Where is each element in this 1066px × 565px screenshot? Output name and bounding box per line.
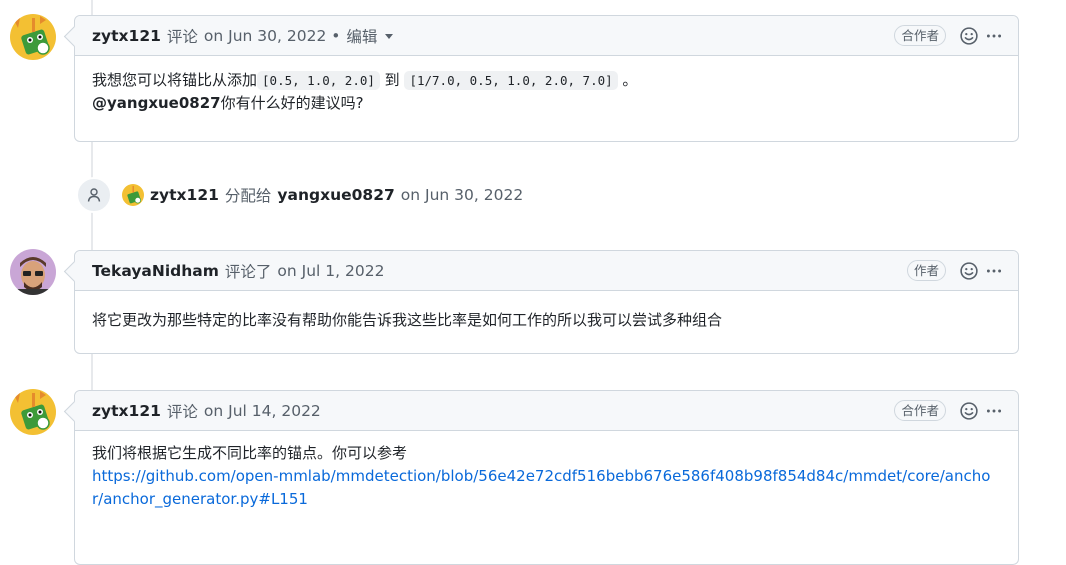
- avatar-tekayanidham[interactable]: [10, 249, 56, 295]
- avatar-image: [122, 184, 144, 206]
- kebab-horizontal-icon: [986, 34, 1002, 37]
- comment-date[interactable]: on Jun 30, 2022 •: [204, 27, 340, 45]
- text-segment: 你有什么好的建议吗?: [220, 94, 364, 112]
- comment-date[interactable]: on Jul 1, 2022: [277, 262, 384, 280]
- comment-verb: 评论: [166, 402, 198, 421]
- event-assignee[interactable]: yangxue0827: [277, 186, 394, 204]
- add-reaction-button[interactable]: [958, 400, 980, 422]
- kebab-horizontal-icon: [986, 409, 1002, 412]
- comment-2: TekayaNidham 评论了 on Jul 1, 2022 作者 将它更改为…: [74, 250, 1019, 354]
- comment-body: 将它更改为那些特定的比率没有帮助你能告诉我这些比率是如何工作的所以我可以尝试多种…: [75, 291, 1018, 346]
- comment-paragraph: 将它更改为那些特定的比率没有帮助你能告诉我这些比率是如何工作的所以我可以尝试多种…: [92, 311, 723, 329]
- comment-date[interactable]: on Jul 14, 2022: [204, 402, 321, 420]
- add-reaction-button[interactable]: [958, 25, 980, 47]
- avatar-zytx121[interactable]: [10, 14, 56, 60]
- comment-3: zytx121 评论 on Jul 14, 2022 合作者 我们将根据它生成不…: [74, 390, 1019, 565]
- event-badge: [76, 177, 112, 213]
- smiley-icon: [960, 261, 978, 280]
- comment-header: zytx121 评论 on Jun 30, 2022 • 编辑 合作者: [75, 16, 1018, 56]
- avatar-image: [10, 249, 56, 295]
- event-action: 分配给: [224, 187, 272, 205]
- comment-paragraph: @yangxue0827你有什么好的建议吗?: [92, 92, 1001, 115]
- assigned-event: zytx121 分配给 yangxue0827 on Jun 30, 2022: [76, 177, 523, 213]
- edited-dropdown[interactable]: 编辑: [346, 25, 394, 47]
- text-segment: 到: [379, 71, 405, 89]
- role-badge: 合作者: [894, 400, 946, 421]
- text-segment: 我想您可以将锚比从添加: [92, 71, 258, 89]
- comment-header: TekayaNidham 评论了 on Jul 1, 2022 作者: [75, 251, 1018, 291]
- role-badge: 作者: [906, 260, 946, 281]
- triangle-down-icon: [385, 34, 394, 39]
- event-date[interactable]: on Jun 30, 2022: [401, 186, 523, 204]
- comment-header: zytx121 评论 on Jul 14, 2022 合作者: [75, 391, 1018, 431]
- avatar-image: [10, 14, 56, 60]
- comment-options-button[interactable]: [980, 25, 1002, 47]
- comment-paragraph: 我们将根据它生成不同比率的锚点。你可以参考: [92, 444, 408, 462]
- role-badge: 合作者: [894, 25, 946, 46]
- person-icon: [87, 188, 101, 202]
- text-segment: 。: [617, 71, 638, 89]
- comment-paragraph: https://github.com/open-mmlab/mmdetectio…: [92, 465, 1001, 511]
- smiley-icon: [960, 26, 978, 45]
- reference-link[interactable]: https://github.com/open-mmlab/mmdetectio…: [92, 467, 990, 508]
- comment-options-button[interactable]: [980, 260, 1002, 282]
- inline-code: [1/7.0, 0.5, 1.0, 2.0, 7.0]: [404, 71, 618, 90]
- comment-author[interactable]: TekayaNidham: [92, 262, 219, 280]
- smiley-icon: [960, 401, 978, 420]
- add-reaction-button[interactable]: [958, 260, 980, 282]
- comment-options-button[interactable]: [980, 400, 1002, 422]
- comment-body: 我们将根据它生成不同比率的锚点。你可以参考 https://github.com…: [75, 431, 1018, 525]
- event-actor[interactable]: zytx121: [150, 186, 219, 204]
- comment-paragraph: 我想您可以将锚比从添加 [0.5, 1.0, 2.0] 到 [1/7.0, 0.5…: [92, 69, 1001, 92]
- comment-1: zytx121 评论 on Jun 30, 2022 • 编辑 合作者 我想您可…: [74, 15, 1019, 142]
- avatar-image: [10, 389, 56, 435]
- comment-verb: 评论了: [224, 262, 272, 281]
- avatar-zytx121-small[interactable]: [122, 184, 144, 206]
- comment-body: 我想您可以将锚比从添加 [0.5, 1.0, 2.0] 到 [1/7.0, 0.5…: [75, 56, 1018, 129]
- kebab-horizontal-icon: [986, 269, 1002, 272]
- avatar-zytx121[interactable]: [10, 389, 56, 435]
- inline-code: [0.5, 1.0, 2.0]: [257, 71, 380, 90]
- comment-author[interactable]: zytx121: [92, 402, 161, 420]
- user-mention[interactable]: @yangxue0827: [92, 94, 221, 112]
- comment-author[interactable]: zytx121: [92, 27, 161, 45]
- edited-label: 编辑: [346, 27, 378, 46]
- comment-verb: 评论: [166, 27, 198, 46]
